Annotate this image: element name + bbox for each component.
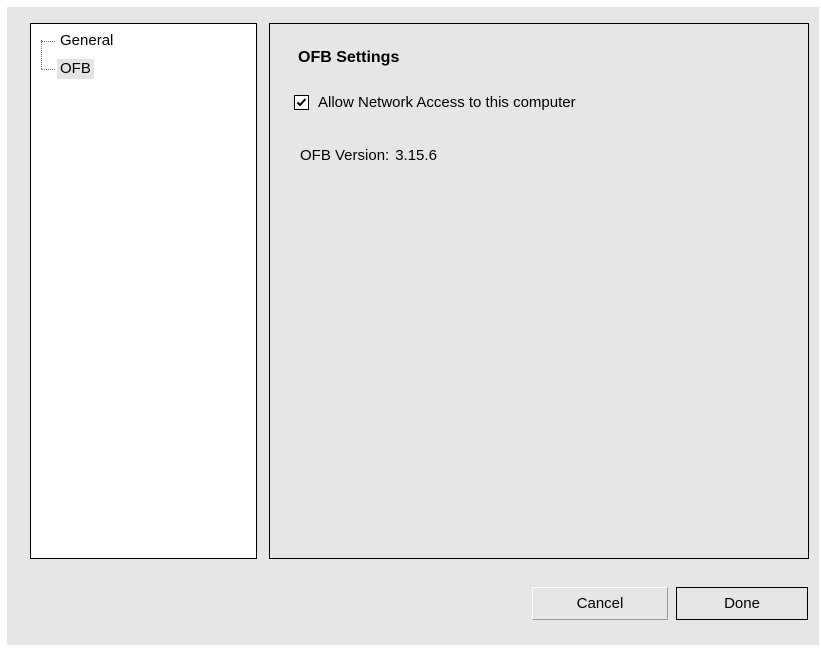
ofb-version-label: OFB Version: bbox=[300, 147, 390, 164]
settings-tree: General OFB bbox=[30, 23, 257, 559]
settings-title: OFB Settings bbox=[298, 49, 400, 66]
preferences-dialog: General OFB OFB Settings Allow Network A… bbox=[7, 7, 819, 645]
done-button[interactable]: Done bbox=[676, 587, 808, 620]
check-icon bbox=[296, 98, 307, 107]
ofb-version-row: OFB Version: 3.15.6 bbox=[300, 147, 437, 164]
tree-item-label: OFB bbox=[57, 59, 94, 79]
ofb-settings-panel: OFB Settings Allow Network Access to thi… bbox=[269, 23, 809, 559]
ofb-version-value: 3.15.6 bbox=[395, 147, 437, 164]
allow-network-access-label: Allow Network Access to this computer bbox=[318, 94, 576, 111]
tree-item-general[interactable]: General bbox=[41, 31, 116, 51]
tree-connector bbox=[41, 68, 55, 70]
tree-item-label: General bbox=[60, 32, 114, 49]
allow-network-access-row[interactable]: Allow Network Access to this computer bbox=[294, 94, 576, 111]
tree-connector bbox=[41, 40, 55, 42]
tree-item-ofb[interactable]: OFB bbox=[41, 59, 94, 79]
cancel-button[interactable]: Cancel bbox=[532, 587, 668, 620]
allow-network-access-checkbox[interactable] bbox=[294, 95, 309, 110]
